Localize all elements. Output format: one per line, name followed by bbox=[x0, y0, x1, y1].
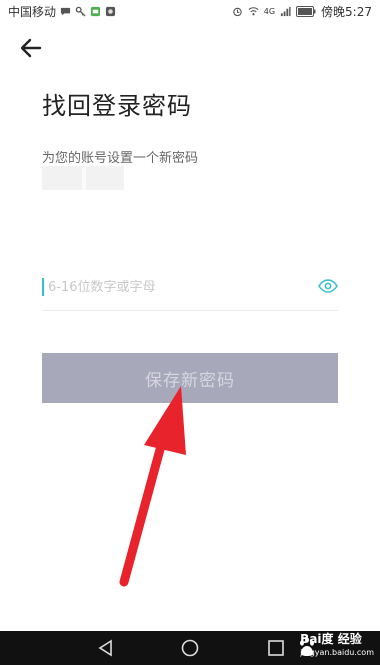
show-password-eye-icon[interactable] bbox=[318, 278, 338, 294]
carrier-label: 中国移动 bbox=[8, 5, 57, 19]
redacted-account-info bbox=[42, 166, 124, 190]
alarm-icon bbox=[233, 7, 242, 17]
battery-icon bbox=[296, 6, 316, 17]
status-right: 4G 傍晚5:27 bbox=[232, 3, 372, 20]
save-new-password-button[interactable]: 保存新密码 bbox=[42, 353, 338, 403]
media-notification-icon bbox=[105, 6, 116, 17]
watermark-url: jingyan.baidu.com bbox=[300, 648, 374, 657]
nav-back-icon[interactable] bbox=[96, 639, 116, 657]
status-left: 中国移动 bbox=[8, 3, 116, 20]
watermark-brand: Bai度 经验 bbox=[300, 632, 362, 646]
app-notification-icon bbox=[90, 6, 101, 17]
password-field-row bbox=[42, 272, 338, 311]
nav-recents-icon[interactable] bbox=[266, 639, 286, 657]
nav-home-icon[interactable] bbox=[180, 639, 200, 657]
new-password-input[interactable] bbox=[48, 274, 308, 300]
network-type-label: 4G bbox=[263, 7, 276, 16]
back-arrow-icon[interactable] bbox=[18, 36, 44, 60]
status-time: 傍晚5:27 bbox=[321, 5, 372, 19]
message-icon bbox=[60, 7, 71, 16]
baidu-watermark: Bai度 经验 jingyan.baidu.com bbox=[300, 633, 374, 659]
signal-icon bbox=[280, 6, 291, 17]
wifi-icon bbox=[248, 7, 259, 16]
page-subtitle: 为您的账号设置一个新密码 bbox=[42, 151, 199, 166]
status-bar: 中国移动 4G 傍晚5:27 bbox=[0, 0, 380, 22]
page-title: 找回登录密码 bbox=[42, 92, 192, 120]
key-icon bbox=[75, 6, 86, 17]
text-cursor bbox=[42, 278, 44, 296]
